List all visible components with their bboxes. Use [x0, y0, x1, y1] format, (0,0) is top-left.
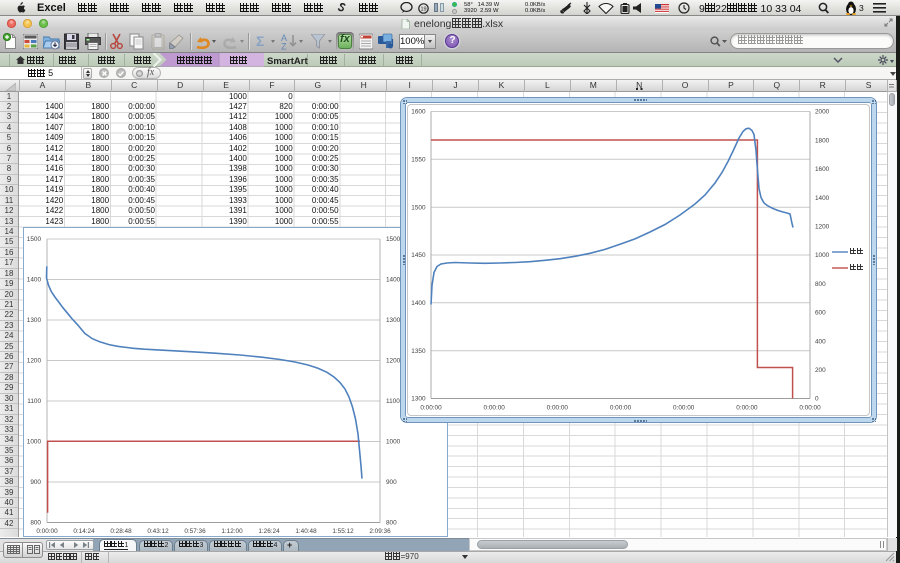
svg-text:900: 900: [386, 479, 397, 486]
svg-text:400: 400: [815, 338, 826, 345]
svg-text:0:00:00: 0:00:00: [420, 404, 442, 411]
svg-text:0:00:00: 0:00:00: [799, 404, 821, 411]
svg-text:0:00:00: 0:00:00: [673, 404, 695, 411]
svg-text:0:43:12: 0:43:12: [147, 528, 169, 535]
svg-text:800: 800: [386, 520, 397, 527]
svg-text:1400: 1400: [27, 277, 42, 284]
svg-text:1550: 1550: [411, 156, 426, 163]
svg-text:1000: 1000: [27, 439, 42, 446]
svg-text:200: 200: [815, 367, 826, 374]
svg-text:1350: 1350: [411, 347, 426, 354]
svg-text:2:09:36: 2:09:36: [369, 528, 391, 535]
svg-text:900: 900: [30, 479, 41, 486]
svg-text:800: 800: [30, 520, 41, 527]
svg-text:0:14:24: 0:14:24: [73, 528, 95, 535]
svg-text:1400: 1400: [815, 194, 830, 201]
svg-text:1300: 1300: [411, 395, 426, 402]
svg-text:Z: Z: [281, 42, 287, 51]
svg-text:19: 19: [420, 6, 426, 12]
svg-text:1200: 1200: [386, 358, 401, 365]
svg-text:0:57:36: 0:57:36: [184, 528, 206, 535]
svg-text:1600: 1600: [815, 166, 830, 173]
svg-text:1500: 1500: [411, 204, 426, 211]
svg-text:800: 800: [815, 280, 826, 287]
svg-text:0:00:00: 0:00:00: [736, 404, 758, 411]
svg-text:1500: 1500: [386, 236, 401, 243]
svg-text:1500: 1500: [27, 236, 42, 243]
svg-text:1200: 1200: [27, 358, 42, 365]
svg-text:0:00:00: 0:00:00: [484, 404, 506, 411]
svg-text:600: 600: [815, 309, 826, 316]
svg-text:1400: 1400: [386, 277, 401, 284]
svg-text:1300: 1300: [386, 317, 401, 324]
svg-text:1200: 1200: [815, 223, 830, 230]
svg-text:1000: 1000: [386, 439, 401, 446]
svg-text:1:26:24: 1:26:24: [258, 528, 280, 535]
svg-text:1000: 1000: [815, 252, 830, 259]
svg-text:1400: 1400: [411, 300, 426, 307]
svg-text:1:55:12: 1:55:12: [332, 528, 354, 535]
svg-text:1600: 1600: [411, 108, 426, 115]
svg-text:0: 0: [815, 395, 819, 402]
svg-text:1450: 1450: [411, 252, 426, 259]
svg-text:1300: 1300: [27, 317, 42, 324]
svg-text:1100: 1100: [27, 398, 41, 405]
svg-text:1:40:48: 1:40:48: [295, 528, 317, 535]
svg-text:0:28:48: 0:28:48: [110, 528, 132, 535]
svg-text:1100: 1100: [386, 398, 400, 405]
svg-text:1:12:00: 1:12:00: [221, 528, 243, 535]
svg-text:0:00:00: 0:00:00: [36, 528, 58, 535]
svg-text:2000: 2000: [815, 108, 830, 115]
svg-text:0:00:00: 0:00:00: [610, 404, 632, 411]
svg-text:1800: 1800: [815, 137, 830, 144]
svg-text:0:00:00: 0:00:00: [547, 404, 569, 411]
